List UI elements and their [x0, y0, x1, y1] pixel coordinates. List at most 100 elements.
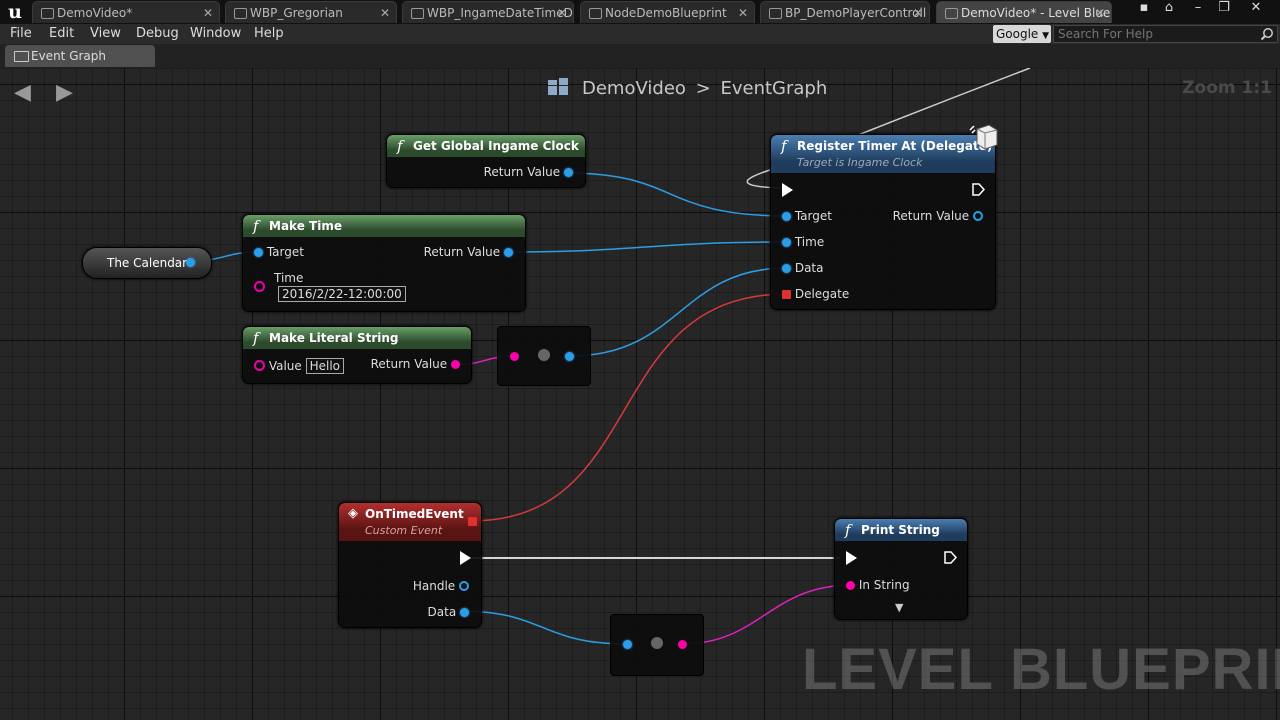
maximize-icon[interactable]: ❐ — [1210, 0, 1238, 18]
exec-out-icon[interactable] — [944, 551, 957, 564]
menu-window[interactable]: Window — [190, 26, 241, 41]
tab-wbp-ingamedatetime[interactable]: WBP_IngameDateTimeD ✕ — [402, 1, 574, 23]
exec-out-icon[interactable] — [460, 551, 471, 565]
tab-wbp-gregorian[interactable]: WBP_Gregorian ✕ — [225, 1, 397, 23]
pin-label: Return Value — [370, 357, 448, 371]
node-title: OnTimedEvent — [365, 507, 464, 521]
wire-clock-to-target — [565, 172, 788, 217]
time-value-input[interactable]: 2016/2/22-12:00:00 — [278, 286, 406, 302]
exec-in-pin[interactable] — [846, 551, 857, 565]
node-header: f Register Timer At (Delegate) Target is I… — [771, 135, 995, 173]
object-pin-icon[interactable] — [623, 640, 632, 649]
pin-label: Return Value — [423, 245, 501, 259]
node-get-global-ingame-clock[interactable]: f Get Global Ingame Clock Return Value — [386, 134, 586, 188]
learn-icon[interactable]: ⌂ — [1155, 0, 1183, 18]
node-print-string[interactable]: f Print String In String ▼ — [834, 518, 968, 620]
menu-debug[interactable]: Debug — [136, 26, 179, 41]
close-icon[interactable]: ✕ — [738, 2, 748, 23]
struct-pin-icon[interactable] — [782, 238, 791, 247]
pin-in-string[interactable]: In String — [846, 578, 910, 592]
object-pin-icon[interactable] — [564, 168, 573, 177]
back-arrow-icon[interactable]: ◀ — [14, 80, 31, 105]
string-pin-icon[interactable] — [510, 352, 519, 361]
string-pin-icon[interactable] — [254, 281, 265, 292]
pin-delegate[interactable]: Delegate — [782, 287, 849, 301]
pin-target[interactable]: Target — [254, 245, 304, 259]
breadcrumb-root[interactable]: DemoVideo — [582, 78, 686, 99]
tab-demovideo[interactable]: DemoVideo* ✕ — [32, 1, 220, 23]
pin-data[interactable]: Data — [782, 261, 823, 275]
pin-handle[interactable]: Handle — [413, 579, 469, 593]
graph-canvas[interactable]: ◀ ▶ DemoVideo > EventGraph Zoom 1:1 LEVE… — [0, 68, 1280, 720]
node-conversion-string-to-object[interactable] — [497, 326, 591, 386]
tab-nodedemoblueprint[interactable]: NodeDemoBlueprint ✕ — [580, 1, 755, 23]
node-register-timer-at[interactable]: f Register Timer At (Delegate) Target is I… — [770, 124, 998, 310]
menu-file[interactable]: File — [10, 26, 32, 41]
exec-out-pin[interactable] — [972, 183, 985, 197]
object-pin-icon[interactable] — [460, 608, 469, 617]
exec-in-icon[interactable] — [846, 551, 857, 565]
exec-out-pin[interactable] — [460, 551, 471, 565]
close-icon[interactable]: ✕ — [203, 2, 213, 23]
menu-help[interactable]: Help — [254, 26, 284, 41]
object-pin-icon[interactable] — [565, 352, 574, 361]
delegate-out-pin-icon[interactable] — [468, 517, 477, 526]
object-pin-icon[interactable] — [459, 581, 469, 591]
object-pin-icon[interactable] — [186, 258, 195, 267]
pin-time-label: Time — [274, 271, 304, 285]
object-pin-icon[interactable] — [782, 212, 791, 221]
node-make-time[interactable]: f Make Time Target Return Value Time 2016… — [242, 214, 526, 312]
tab-bp-demoplayercontroller[interactable]: BP_DemoPlayerControll ✕ — [760, 1, 930, 23]
tab-level-blueprint[interactable]: DemoVideo* - Level Blue ✕ — [936, 1, 1112, 23]
tab-label: Event Graph — [31, 49, 106, 63]
pin-target[interactable]: Target — [782, 209, 832, 223]
string-pin-icon[interactable] — [254, 360, 265, 371]
close-icon[interactable]: ✕ — [1095, 2, 1105, 23]
expand-advanced-icon[interactable]: ▼ — [895, 601, 903, 614]
pin-return-value[interactable]: Return Value — [893, 209, 983, 223]
close-icon[interactable]: ✕ — [913, 2, 923, 23]
window-close-icon[interactable]: ✕ — [1242, 0, 1270, 18]
exec-in-icon[interactable] — [782, 183, 793, 197]
string-pin-icon[interactable] — [678, 640, 687, 649]
pin-time[interactable] — [254, 271, 265, 294]
time-value-field[interactable]: 2016/2/22-12:00:00 — [278, 286, 406, 302]
pin-label: Handle — [412, 579, 456, 593]
object-pin-icon[interactable] — [782, 264, 791, 273]
struct-pin-icon[interactable] — [504, 248, 513, 257]
exec-out-icon[interactable] — [972, 183, 985, 196]
string-pin-icon[interactable] — [846, 581, 855, 590]
node-conversion-object-to-string[interactable] — [610, 614, 704, 676]
pin-label: Time — [794, 235, 825, 249]
search-engine-dropdown[interactable]: Google ▼ — [993, 25, 1051, 43]
feedback-icon[interactable]: ▪ — [1130, 0, 1158, 18]
string-pin-icon[interactable] — [451, 360, 460, 369]
node-on-timed-event[interactable]: ◈ OnTimedEvent Custom Event Handle Data — [338, 502, 482, 628]
pin-return-value[interactable]: Return Value — [484, 165, 573, 179]
tab-event-graph[interactable]: Event Graph — [5, 45, 155, 67]
breadcrumb-leaf[interactable]: EventGraph — [720, 78, 827, 99]
search-icon[interactable] — [1260, 27, 1274, 41]
close-icon[interactable]: ✕ — [557, 2, 567, 23]
pin-return-value[interactable]: Return Value — [424, 245, 513, 259]
pin-data[interactable]: Data — [428, 605, 469, 619]
menu-view[interactable]: View — [90, 26, 121, 41]
menu-edit[interactable]: Edit — [49, 26, 74, 41]
conversion-knob-icon — [651, 637, 663, 649]
pin-value[interactable]: Value Hello — [254, 358, 345, 374]
pin-return-value[interactable]: Return Value — [371, 357, 460, 371]
delegate-pin-icon[interactable] — [782, 290, 791, 299]
help-search-input[interactable] — [1058, 27, 1258, 41]
node-make-literal-string[interactable]: f Make Literal String Value Hello Return … — [242, 326, 472, 384]
object-pin-icon[interactable] — [973, 211, 983, 221]
value-input[interactable]: Hello — [305, 358, 345, 374]
pin-time[interactable]: Time — [782, 235, 824, 249]
exec-out-pin[interactable] — [944, 551, 957, 565]
object-pin-icon[interactable] — [254, 248, 263, 257]
exec-in-pin[interactable] — [782, 183, 793, 197]
unreal-logo-icon[interactable]: u — [2, 0, 28, 24]
minimize-icon[interactable]: – — [1184, 0, 1212, 18]
node-the-calendar[interactable]: The Calendar — [82, 247, 212, 279]
close-icon[interactable]: ✕ — [380, 2, 390, 23]
forward-arrow-icon[interactable]: ▶ — [56, 80, 73, 105]
